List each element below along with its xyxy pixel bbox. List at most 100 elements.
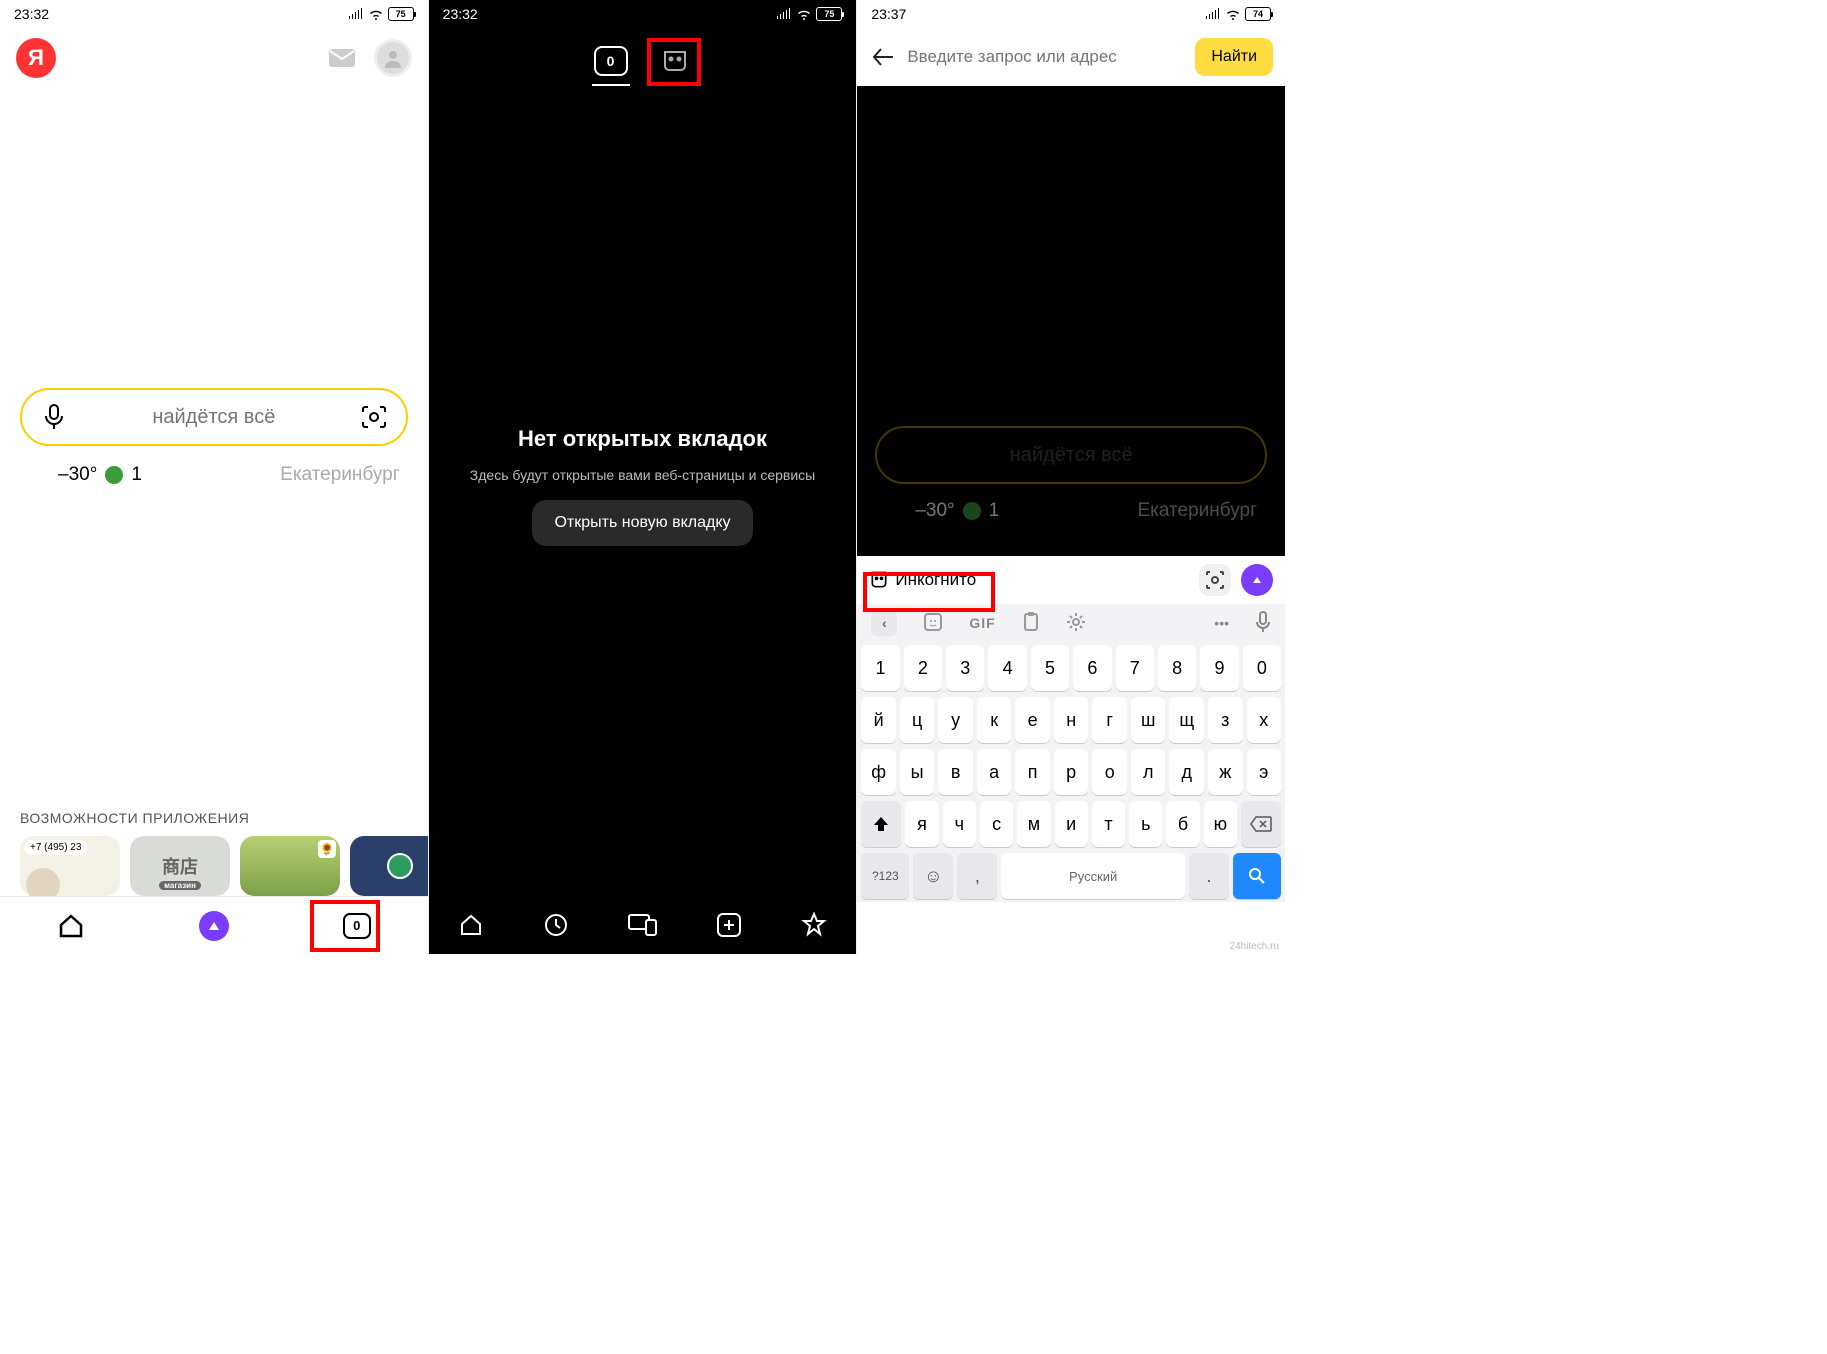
kb-key-ы[interactable]: ы: [900, 749, 935, 795]
search-bar-bg: [875, 426, 1267, 484]
scan-icon[interactable]: [1199, 564, 1231, 596]
kb-key-а[interactable]: а: [977, 749, 1012, 795]
kb-key-й[interactable]: й: [861, 697, 896, 743]
nav-home-icon[interactable]: [57, 913, 85, 939]
search-bar[interactable]: [20, 388, 408, 446]
status-time: 23:32: [14, 6, 49, 22]
feature-card-callerid[interactable]: +7 (495) 23: [20, 836, 120, 896]
status-bar: 23:32 75: [429, 0, 857, 28]
kb-key-е[interactable]: е: [1015, 697, 1050, 743]
kb-mic-icon[interactable]: [1255, 611, 1271, 636]
open-new-tab-button[interactable]: Открыть новую вкладку: [532, 500, 752, 546]
feature-card-plants[interactable]: 🌻: [240, 836, 340, 896]
kb-key-щ[interactable]: щ: [1169, 697, 1204, 743]
kb-numeric-key[interactable]: ?123: [861, 853, 909, 899]
nav-home-icon[interactable]: [458, 913, 484, 937]
kb-key-у[interactable]: у: [938, 697, 973, 743]
kb-space-key[interactable]: Русский: [1001, 853, 1185, 899]
kb-key-в[interactable]: в: [938, 749, 973, 795]
kb-key-я[interactable]: я: [905, 801, 938, 847]
kb-key-о[interactable]: о: [1092, 749, 1127, 795]
kb-key-м[interactable]: м: [1017, 801, 1050, 847]
normal-tabs-button[interactable]: 0: [594, 46, 628, 76]
kb-key-х[interactable]: х: [1247, 697, 1282, 743]
nav-tabs[interactable]: 0: [343, 913, 371, 939]
nav-history-icon[interactable]: [543, 912, 569, 938]
kb-key-ю[interactable]: ю: [1204, 801, 1237, 847]
kb-collapse-icon[interactable]: ‹: [871, 610, 897, 636]
signal-icon: [776, 8, 792, 20]
kb-dot-key[interactable]: .: [1189, 853, 1229, 899]
kb-key-т[interactable]: т: [1092, 801, 1125, 847]
kb-key-0[interactable]: 0: [1243, 645, 1281, 691]
nav-newtab-icon[interactable]: [716, 912, 742, 938]
url-input[interactable]: [907, 47, 1185, 67]
kb-key-2[interactable]: 2: [904, 645, 942, 691]
kb-key-н[interactable]: н: [1054, 697, 1089, 743]
tabs-switcher: 0: [429, 46, 857, 76]
kb-key-д[interactable]: д: [1169, 749, 1204, 795]
city-name: Екатеринбург: [280, 464, 400, 486]
profile-avatar[interactable]: [374, 39, 412, 77]
kb-key-б[interactable]: б: [1166, 801, 1199, 847]
kb-key-з[interactable]: з: [1208, 697, 1243, 743]
weather-row[interactable]: –30° 1 Екатеринбург: [28, 464, 400, 486]
back-icon[interactable]: [869, 43, 897, 71]
kb-backspace-key[interactable]: [1241, 801, 1281, 847]
kb-key-3[interactable]: 3: [946, 645, 984, 691]
kb-gif-button[interactable]: GIF: [969, 615, 995, 631]
kb-sticker-icon[interactable]: [923, 612, 943, 635]
kb-key-ь[interactable]: ь: [1129, 801, 1162, 847]
kb-key-э[interactable]: э: [1247, 749, 1282, 795]
kb-key-р[interactable]: р: [1054, 749, 1089, 795]
camera-scan-icon[interactable]: [360, 403, 388, 431]
kb-search-key[interactable]: [1233, 853, 1281, 899]
kb-settings-icon[interactable]: [1066, 612, 1086, 635]
kb-key-1[interactable]: 1: [861, 645, 899, 691]
kb-key-л[interactable]: л: [1131, 749, 1166, 795]
screenshot-2-tabs-incognito: 23:32 75 0 Нет открытых вкладок Здесь бу…: [429, 0, 858, 954]
kb-clipboard-icon[interactable]: [1022, 612, 1040, 635]
kb-more-icon[interactable]: •••: [1214, 615, 1229, 631]
moon-icon: [885, 500, 907, 522]
kb-key-8[interactable]: 8: [1158, 645, 1196, 691]
kb-key-ц[interactable]: ц: [900, 697, 935, 743]
kb-key-г[interactable]: г: [1092, 697, 1127, 743]
kb-key-7[interactable]: 7: [1116, 645, 1154, 691]
incognito-chip[interactable]: Инкогнито: [869, 570, 976, 590]
kb-comma-key[interactable]: ,: [957, 853, 997, 899]
kb-emoji-key[interactable]: ☺: [913, 853, 953, 899]
kb-key-ф[interactable]: ф: [861, 749, 896, 795]
features-carousel[interactable]: +7 (495) 23 商店 магазин 🌻: [0, 836, 428, 896]
kb-key-ш[interactable]: ш: [1131, 697, 1166, 743]
yandex-logo[interactable]: Я: [16, 38, 56, 78]
kb-key-п[interactable]: п: [1015, 749, 1050, 795]
kb-key-ж[interactable]: ж: [1208, 749, 1243, 795]
microphone-icon[interactable]: [40, 403, 68, 431]
kb-key-9[interactable]: 9: [1200, 645, 1238, 691]
sunflower-icon: 🌻: [318, 840, 336, 858]
url-bar: Найти: [857, 28, 1285, 86]
kb-shift-key[interactable]: [861, 801, 901, 847]
nav-devices-icon[interactable]: [628, 914, 658, 936]
kb-key-ч[interactable]: ч: [943, 801, 976, 847]
bottom-nav: [429, 896, 857, 954]
kb-key-и[interactable]: и: [1055, 801, 1088, 847]
kb-key-5[interactable]: 5: [1031, 645, 1069, 691]
wifi-icon: [1225, 8, 1241, 20]
nav-alice[interactable]: [199, 911, 229, 941]
mail-icon[interactable]: [328, 44, 356, 72]
kb-key-4[interactable]: 4: [988, 645, 1026, 691]
search-button[interactable]: Найти: [1195, 38, 1273, 76]
kb-key-к[interactable]: к: [977, 697, 1012, 743]
moon-icon: [28, 464, 50, 486]
kb-key-6[interactable]: 6: [1073, 645, 1111, 691]
search-input[interactable]: [80, 406, 348, 429]
incognito-tabs-button[interactable]: [658, 46, 692, 76]
kb-key-с[interactable]: с: [980, 801, 1013, 847]
feature-card-globe[interactable]: [350, 836, 428, 896]
battery-icon: 75: [816, 7, 842, 21]
nav-bookmarks-icon[interactable]: [801, 912, 827, 938]
alice-icon[interactable]: [1241, 564, 1273, 596]
feature-card-translate[interactable]: 商店 магазин: [130, 836, 230, 896]
